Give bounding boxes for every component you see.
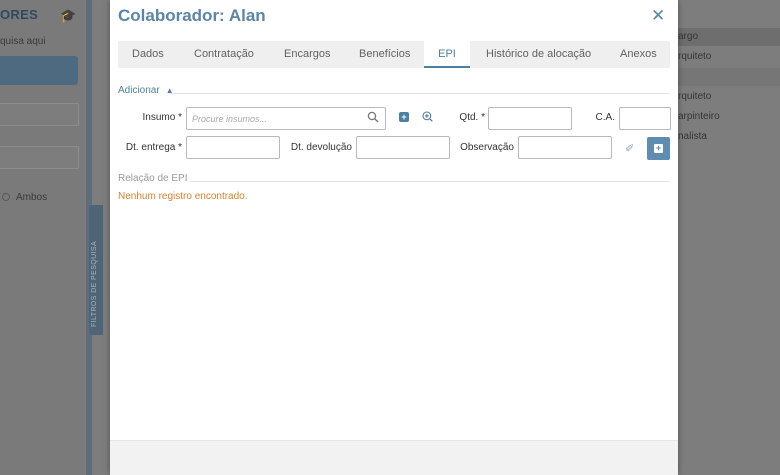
- tab-contratacao[interactable]: Contratação: [194, 41, 254, 68]
- close-icon[interactable]: ✕: [651, 6, 665, 26]
- modal-footer: [110, 440, 678, 475]
- eraser-icon[interactable]: ✐: [625, 142, 634, 155]
- background-side-tab-label: FILTROS DE PESQUISA: [91, 240, 98, 327]
- background-input: [0, 146, 79, 169]
- observacao-input[interactable]: [518, 136, 612, 159]
- add-section-toggle[interactable]: Adicionar ▲: [118, 85, 174, 96]
- background-table-row: [678, 68, 780, 86]
- empty-state-message: Nenhum registro encontrado.: [118, 191, 248, 202]
- background-radio-label: Ambos: [16, 192, 48, 203]
- graduation-cap-icon: 🎓: [60, 8, 77, 23]
- ca-input[interactable]: [619, 107, 671, 130]
- qtd-label: Qtd. *: [459, 112, 485, 123]
- tab-encargos[interactable]: Encargos: [284, 41, 330, 68]
- modal-title: Colaborador: Alan: [118, 6, 266, 25]
- background-table-cell: rquiteto: [678, 51, 712, 62]
- background-table-header-text: argo: [678, 31, 699, 42]
- plus-icon: +: [654, 143, 663, 153]
- background-input: [0, 103, 79, 126]
- background-radio: [2, 193, 10, 201]
- divider: [190, 181, 670, 182]
- tab-bar: Dados Contratação Encargos Benefícios EP…: [118, 41, 670, 68]
- colaborador-modal: Colaborador: Alan ✕ Dados Contratação En…: [110, 0, 678, 475]
- insumo-label: Insumo *: [142, 112, 182, 123]
- background-table-cell: nalista: [678, 131, 707, 142]
- add-section-label: Adicionar: [118, 85, 160, 96]
- ca-label: C.A.: [595, 112, 615, 123]
- tab-dados[interactable]: Dados: [132, 41, 164, 68]
- add-epi-button[interactable]: +: [647, 137, 670, 160]
- background-table-cell: rquiteto: [678, 91, 712, 102]
- add-insumo-icon[interactable]: +: [399, 112, 409, 122]
- divider: [170, 93, 670, 94]
- insumo-search-input[interactable]: [186, 107, 386, 130]
- qtd-input[interactable]: [488, 107, 572, 130]
- tab-beneficios[interactable]: Benefícios: [359, 41, 410, 68]
- tab-historico-alocacao[interactable]: Histórico de alocação: [486, 41, 591, 68]
- tab-epi[interactable]: EPI: [424, 41, 470, 68]
- background-button: [0, 56, 78, 85]
- dt-entrega-label: Dt. entrega *: [125, 142, 182, 153]
- epi-list-heading: Relação de EPI: [118, 173, 188, 184]
- background-title: ORES: [0, 7, 39, 22]
- background-table-cell: arpinteiro: [678, 111, 720, 122]
- dt-devolucao-label: Dt. devolução: [290, 142, 352, 153]
- zoom-plus-icon[interactable]: [422, 111, 433, 122]
- search-icon[interactable]: [367, 111, 379, 123]
- observacao-label: Observação: [460, 142, 514, 153]
- background-search-hint: quisa aqui: [0, 36, 46, 47]
- dt-devolucao-input[interactable]: [356, 136, 450, 159]
- dt-entrega-input[interactable]: [186, 136, 280, 159]
- tab-anexos[interactable]: Anexos: [620, 41, 657, 68]
